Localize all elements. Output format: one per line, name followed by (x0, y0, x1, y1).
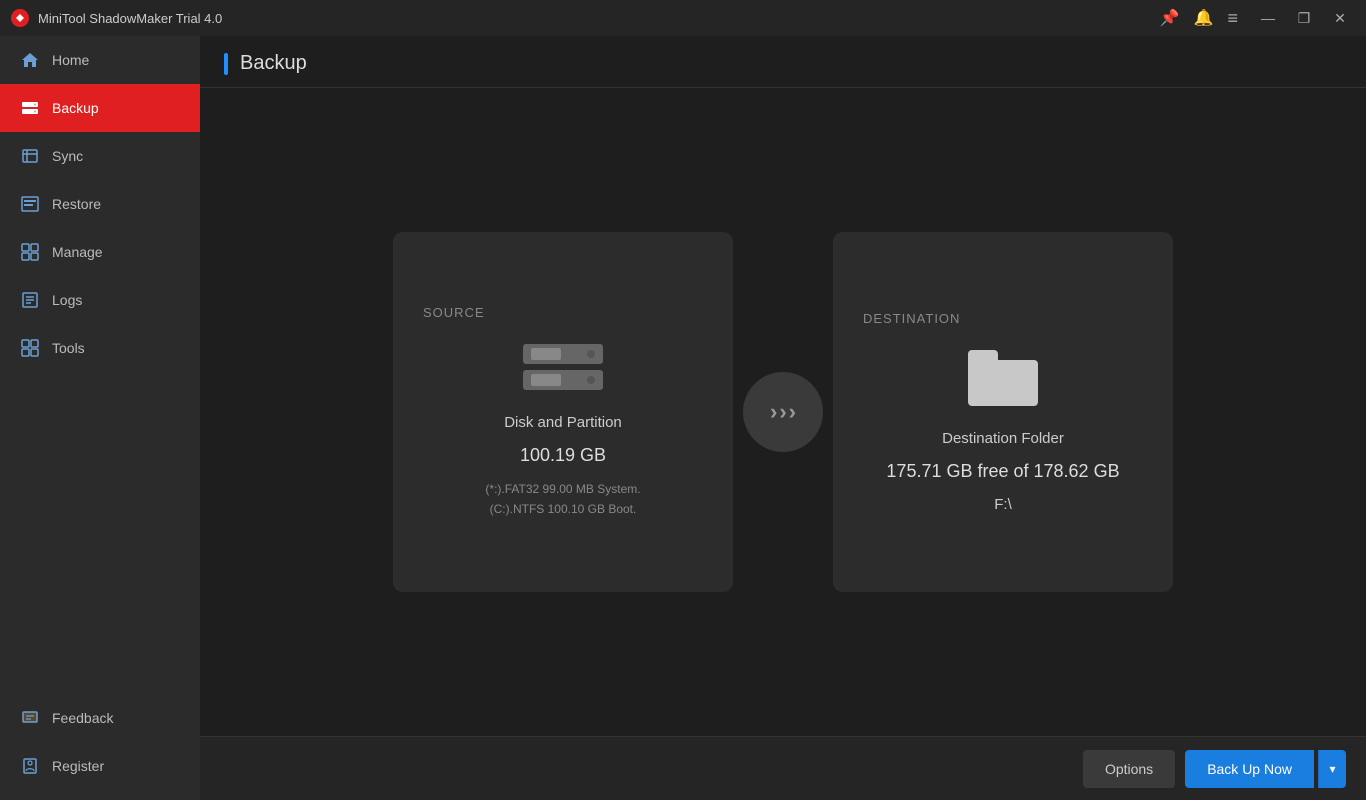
sidebar-item-restore[interactable]: Restore (0, 180, 200, 228)
source-icon-area (523, 344, 603, 390)
disk-row-1 (523, 344, 603, 364)
source-label: SOURCE (423, 305, 485, 320)
destination-icon-area (968, 350, 1038, 406)
source-sub-text: (*:).FAT32 99.00 MB System. (C:).NTFS 10… (485, 480, 640, 518)
tools-icon (20, 338, 40, 358)
manage-icon (20, 242, 40, 262)
backup-area: SOURCE Disk and Partition 100.19 GB (*:)… (200, 88, 1366, 736)
sidebar-item-feedback[interactable]: Feedback (0, 694, 200, 742)
titlebar: MiniTool ShadowMaker Trial 4.0 📌 🔔 ≡ — ❐… (0, 0, 1366, 36)
chevron-2: › (779, 399, 786, 425)
destination-label: DESTINATION (863, 311, 960, 326)
sidebar-label-backup: Backup (52, 100, 99, 116)
disk-icon (523, 344, 603, 390)
folder-body (968, 360, 1038, 406)
sidebar-item-register[interactable]: Register (0, 742, 200, 790)
destination-free-text: 175.71 GB free of 178.62 GB (886, 461, 1119, 482)
sidebar-label-sync: Sync (52, 148, 83, 164)
backup-now-button[interactable]: Back Up Now (1185, 750, 1314, 788)
app-title: MiniTool ShadowMaker Trial 4.0 (38, 11, 1160, 26)
window-controls: — ❐ ✕ (1252, 6, 1356, 30)
arrow-connector: › › › (743, 372, 823, 452)
sidebar-item-sync[interactable]: Sync (0, 132, 200, 180)
sidebar-label-home: Home (52, 52, 89, 68)
source-main-text: Disk and Partition (504, 414, 622, 431)
feedback-icon (20, 708, 40, 728)
bottom-bar: Options Back Up Now ▾ (200, 736, 1366, 800)
close-button[interactable]: ✕ (1324, 6, 1356, 30)
content-area: Backup SOURCE Disk and Partition 100.19 … (200, 36, 1366, 800)
sidebar-label-feedback: Feedback (52, 710, 113, 726)
restore-icon (20, 194, 40, 214)
sidebar-item-logs[interactable]: Logs (0, 276, 200, 324)
sidebar-label-manage: Manage (52, 244, 103, 260)
app-logo (10, 8, 30, 28)
main-layout: Home Backup Sync (0, 36, 1366, 800)
maximize-button[interactable]: ❐ (1288, 6, 1320, 30)
sidebar-label-tools: Tools (52, 340, 85, 356)
sync-icon (20, 146, 40, 166)
sidebar-label-restore: Restore (52, 196, 101, 212)
sidebar-item-manage[interactable]: Manage (0, 228, 200, 276)
logs-icon (20, 290, 40, 310)
title-accent-bar (224, 53, 228, 75)
page-header: Backup (200, 36, 1366, 88)
sidebar: Home Backup Sync (0, 36, 200, 800)
sidebar-item-tools[interactable]: Tools (0, 324, 200, 372)
destination-card[interactable]: DESTINATION Destination Folder 175.71 GB… (833, 232, 1173, 592)
chevrons: › › › (770, 399, 796, 425)
sidebar-label-logs: Logs (52, 292, 82, 308)
sidebar-item-home[interactable]: Home (0, 36, 200, 84)
minimize-button[interactable]: — (1252, 6, 1284, 30)
backup-icon (20, 98, 40, 118)
chevron-3: › (789, 399, 796, 425)
chevron-1: › (770, 399, 777, 425)
destination-main-text: Destination Folder (942, 430, 1064, 447)
source-size-text: 100.19 GB (520, 445, 606, 466)
sidebar-label-register: Register (52, 758, 104, 774)
destination-path: F:\ (994, 496, 1012, 513)
backup-now-dropdown[interactable]: ▾ (1318, 750, 1346, 788)
source-card[interactable]: SOURCE Disk and Partition 100.19 GB (*:)… (393, 232, 733, 592)
menu-icon[interactable]: ≡ (1227, 8, 1238, 29)
folder-icon (968, 350, 1038, 406)
disk-row-2 (523, 370, 603, 390)
page-title: Backup (240, 52, 307, 75)
register-icon (20, 756, 40, 776)
home-icon (20, 50, 40, 70)
options-button[interactable]: Options (1083, 750, 1175, 788)
sidebar-item-backup[interactable]: Backup (0, 84, 200, 132)
pin-icon[interactable]: 📌 (1160, 8, 1180, 28)
notification-icon[interactable]: 🔔 (1194, 8, 1214, 28)
